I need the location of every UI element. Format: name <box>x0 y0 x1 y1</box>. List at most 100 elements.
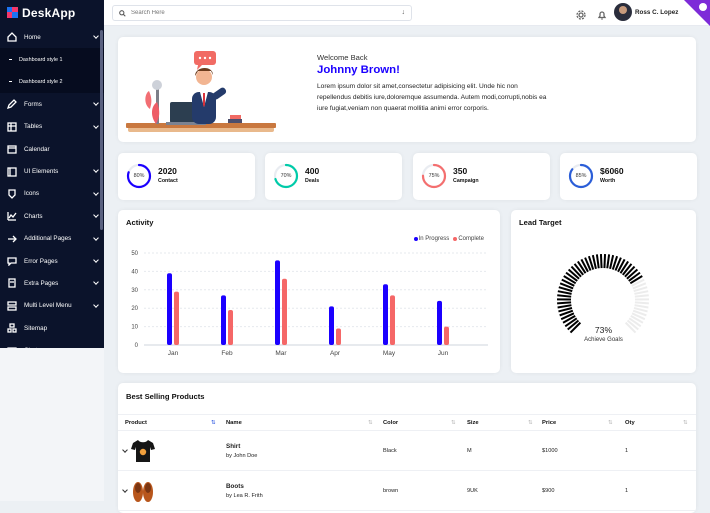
products-title: Best Selling Products <box>126 392 205 401</box>
sidebar-item-multi-level-menu[interactable]: Multi Level Menu <box>0 295 104 317</box>
search-box[interactable]: ↓ <box>112 5 412 21</box>
sidebar-item-error-pages[interactable]: Error Pages <box>0 250 104 272</box>
welcome-greeting: Welcome Back <box>317 53 368 62</box>
bar-complete-feb[interactable] <box>228 310 233 345</box>
search-input[interactable] <box>131 10 381 16</box>
col-name[interactable]: Name <box>226 420 242 426</box>
stat-label: Campaign <box>453 178 479 184</box>
table-row[interactable]: Shirt by John Doe Black M $1000 1 <box>118 431 696 471</box>
sidebar-item-calendar[interactable]: Calendar <box>0 138 104 160</box>
table-row[interactable]: Boots by Lea R. Frith brown 9UK $900 1 <box>118 471 696 511</box>
sort-price-icon[interactable]: ⇅ <box>608 420 613 426</box>
notification-bell-icon[interactable] <box>597 7 607 17</box>
x-tick-label: May <box>383 350 396 357</box>
sidebar-item-chat[interactable]: Chat <box>0 339 104 348</box>
bar-in-progress-jun[interactable] <box>437 301 442 345</box>
sidebar-item-label: Tables <box>24 123 42 130</box>
calendar-icon <box>7 144 17 154</box>
chevron-down-icon <box>93 279 99 285</box>
sort-product-icon[interactable]: ⇅ <box>211 420 216 426</box>
bullet-icon <box>9 59 12 60</box>
user-avatar[interactable] <box>614 3 632 21</box>
activity-title: Activity <box>126 218 153 227</box>
stat-value: $6060 <box>600 166 624 176</box>
sidebar-item-additional-pages[interactable]: Additional Pages <box>0 228 104 250</box>
y-tick-label: 50 <box>131 251 138 257</box>
stat-card-campaign: 75%350Campaign <box>413 153 550 200</box>
col-qty[interactable]: Oty <box>625 420 635 426</box>
row-expand-chevron-icon[interactable] <box>122 447 128 453</box>
activity-card: Activity In Progress Complete 0102030405… <box>118 210 500 373</box>
bar-in-progress-jan[interactable] <box>167 273 172 345</box>
chevron-down-icon <box>93 100 99 106</box>
product-price: $1000 <box>542 448 558 454</box>
col-color[interactable]: Color <box>383 420 398 426</box>
bar-complete-may[interactable] <box>390 295 395 345</box>
user-name[interactable]: Ross C. Lopez <box>635 9 678 16</box>
table-icon <box>7 122 17 132</box>
gauge-tick <box>634 291 648 294</box>
sidebar-item-icons[interactable]: Icons <box>0 183 104 205</box>
bar-complete-apr[interactable] <box>336 328 341 345</box>
sidebar-item-forms[interactable]: Forms <box>0 93 104 115</box>
bar-complete-jan[interactable] <box>174 292 179 345</box>
gauge-tick <box>557 302 571 303</box>
progress-percent: 80% <box>126 163 152 189</box>
sidebar-item-label: Charts <box>24 213 43 220</box>
bar-in-progress-mar[interactable] <box>275 260 280 345</box>
brand[interactable]: DeskApp <box>0 0 104 25</box>
search-dropdown-icon[interactable]: ↓ <box>402 9 406 16</box>
stat-card-contact: 80%2020Contact <box>118 153 255 200</box>
chevron-down-icon <box>93 212 99 218</box>
sort-size-icon[interactable]: ⇅ <box>528 420 533 426</box>
gauge-tick <box>604 254 605 268</box>
badge-icon <box>7 189 17 199</box>
product-size: 9UK <box>467 488 478 494</box>
menu-icon <box>7 301 17 311</box>
stat-label: Worth <box>600 178 615 184</box>
sidebar-item-dashboard-style-2[interactable]: Dashboard style 2 <box>0 71 104 93</box>
sort-name-icon[interactable]: ⇅ <box>368 420 373 426</box>
col-product[interactable]: Product <box>125 420 147 426</box>
bar-in-progress-may[interactable] <box>383 284 388 345</box>
sidebar-scrollbar[interactable] <box>100 30 103 230</box>
sidebar-item-tables[interactable]: Tables <box>0 116 104 138</box>
chevron-down-icon <box>93 168 99 174</box>
legend-complete[interactable]: Complete <box>453 236 484 242</box>
progress-percent: 85% <box>568 163 594 189</box>
x-tick-label: Jan <box>168 350 179 357</box>
sort-color-icon[interactable]: ⇅ <box>451 420 456 426</box>
sort-qty-icon[interactable]: ⇅ <box>683 420 688 426</box>
sidebar-item-label: Extra Pages <box>24 280 58 287</box>
github-icon[interactable] <box>699 3 707 11</box>
bar-in-progress-feb[interactable] <box>221 295 226 345</box>
gauge-tick <box>607 254 609 268</box>
bar-complete-jun[interactable] <box>444 327 449 345</box>
shirt-image <box>130 438 156 464</box>
stat-label: Contact <box>158 178 178 184</box>
chevron-down-icon <box>93 235 99 241</box>
sidebar-item-sitemap[interactable]: Sitemap <box>0 317 104 339</box>
col-size[interactable]: Size <box>467 420 479 426</box>
sidebar: DeskApp HomeDashboard style 1Dashboard s… <box>0 0 104 348</box>
progress-percent: 75% <box>421 163 447 189</box>
gauge-tick <box>597 254 599 268</box>
welcome-card: Welcome Back Johnny Brown! Lorem ipsum d… <box>118 37 696 142</box>
sidebar-item-ui-elements[interactable]: UI Elements <box>0 160 104 182</box>
pencil-icon <box>7 99 17 109</box>
product-name: Boots <box>226 483 244 490</box>
sidebar-lower-area <box>0 348 104 501</box>
bar-complete-mar[interactable] <box>282 279 287 345</box>
settings-gear-icon[interactable] <box>576 7 586 17</box>
sidebar-item-home[interactable]: Home <box>0 26 104 48</box>
sidebar-item-charts[interactable]: Charts <box>0 205 104 227</box>
legend-in-progress[interactable]: In Progress <box>414 236 450 242</box>
product-author: by Lea R. Frith <box>226 493 263 499</box>
sidebar-item-extra-pages[interactable]: Extra Pages <box>0 272 104 294</box>
bar-in-progress-apr[interactable] <box>329 306 334 345</box>
gauge-tick <box>635 295 649 296</box>
sidebar-item-dashboard-style-1[interactable]: Dashboard style 1 <box>0 48 104 70</box>
col-price[interactable]: Price <box>542 420 556 426</box>
y-tick-label: 10 <box>131 325 138 331</box>
row-expand-chevron-icon[interactable] <box>122 487 128 493</box>
